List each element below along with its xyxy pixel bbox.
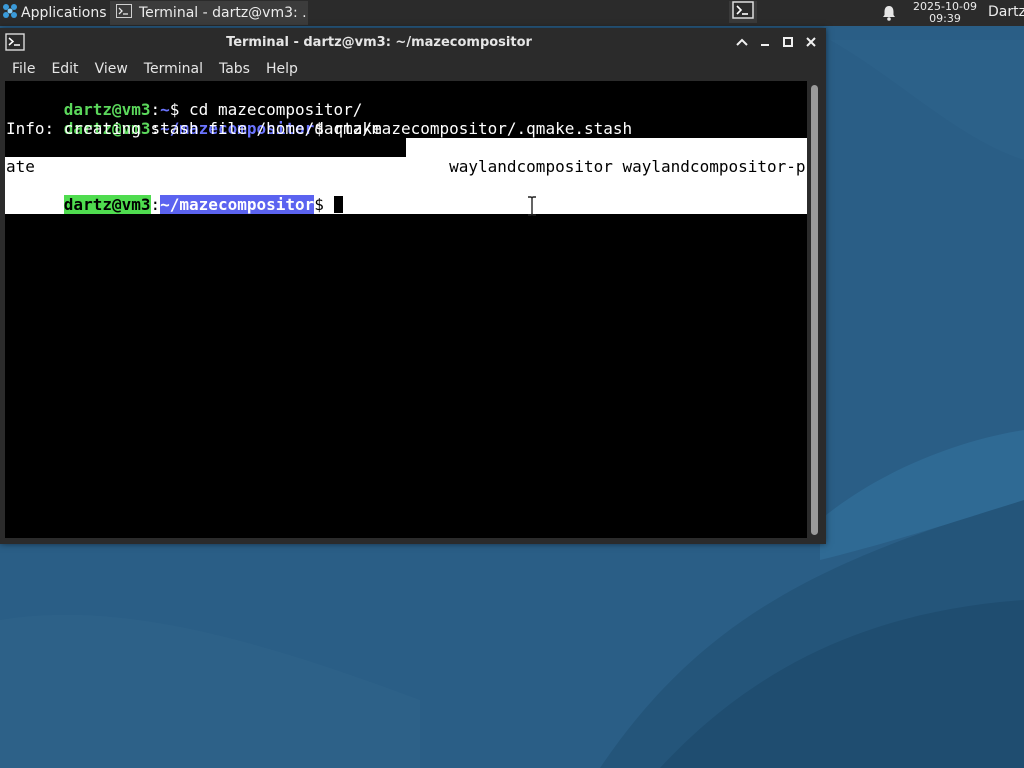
prompt-symbol: $ — [314, 195, 334, 214]
menu-bar: File Edit View Terminal Tabs Help — [0, 57, 826, 81]
menu-file[interactable]: File — [0, 61, 43, 77]
notification-bell-icon[interactable] — [881, 4, 897, 26]
terminal-launcher-button[interactable] — [729, 1, 757, 23]
close-icon — [806, 37, 816, 47]
menu-terminal[interactable]: Terminal — [132, 61, 211, 77]
terminal-line: Project ERROR: Unknown module(s) in QT: … — [6, 138, 807, 176]
output-text: Project ERROR: Unknown module(s) in QT: — [63, 157, 450, 176]
applications-label: Applications — [21, 5, 107, 21]
applications-menu-button[interactable]: Applications ☰ — [0, 0, 122, 26]
clock[interactable]: 2025-10-09 09:39 — [906, 1, 984, 25]
terminal-window: Terminal - dartz@vm3: ~/mazecompositor F… — [0, 28, 826, 544]
terminal-line: ate — [6, 157, 35, 176]
maximize-icon — [783, 37, 793, 47]
window-shade-button[interactable] — [733, 33, 751, 51]
terminal-line: dartz@vm3:~$ cd mazecompositor/ — [6, 81, 363, 119]
text-cursor — [333, 196, 343, 213]
prompt-user-host: dartz@vm3 — [63, 195, 151, 214]
menu-view[interactable]: View — [83, 61, 136, 77]
maximize-button[interactable] — [779, 33, 797, 51]
terminal-icon — [732, 1, 754, 23]
terminal-app-icon — [116, 4, 132, 22]
window-titlebar[interactable]: Terminal - dartz@vm3: ~/mazecompositor — [0, 28, 826, 57]
prompt-colon: : — [150, 195, 161, 214]
window-title: Terminal - dartz@vm3: ~/mazecompositor — [226, 35, 532, 50]
scrollbar-thumb[interactable] — [811, 85, 818, 535]
selected-output-text: waylandcompositor waylandcompositor-priv — [449, 157, 807, 176]
taskbar-item-label: Terminal - dartz@vm3: ... — [139, 5, 308, 21]
terminal-output[interactable]: dartz@vm3:~$ cd mazecompositor/ dartz@vm… — [5, 81, 807, 538]
menu-help[interactable]: Help — [254, 61, 306, 77]
minimize-icon — [761, 44, 769, 46]
terminal-line: dartz@vm3:~/mazecompositor$ qmake — [6, 100, 382, 138]
terminal-line: Info: creating stash file /home/dartz/ma… — [6, 119, 633, 138]
user-menu[interactable]: Dartz — [988, 4, 1024, 20]
terminal-scrollbar[interactable] — [808, 81, 822, 538]
top-panel: Applications ☰ Terminal - dartz@vm3: ... — [0, 0, 1024, 26]
mouse-ibeam-cursor-icon — [527, 196, 537, 220]
menu-edit[interactable]: Edit — [39, 61, 86, 77]
close-button[interactable] — [802, 33, 820, 51]
menu-tabs[interactable]: Tabs — [207, 61, 258, 77]
taskbar-item-terminal[interactable]: Terminal - dartz@vm3: ... — [110, 1, 308, 25]
applications-icon — [2, 3, 18, 23]
prompt-path: ~/mazecompositor — [160, 195, 315, 214]
chevron-up-icon — [736, 38, 748, 46]
clock-time: 09:39 — [929, 12, 961, 25]
terminal-line: dartz@vm3:~/mazecompositor$ — [6, 176, 343, 214]
minimize-button[interactable] — [756, 33, 774, 51]
